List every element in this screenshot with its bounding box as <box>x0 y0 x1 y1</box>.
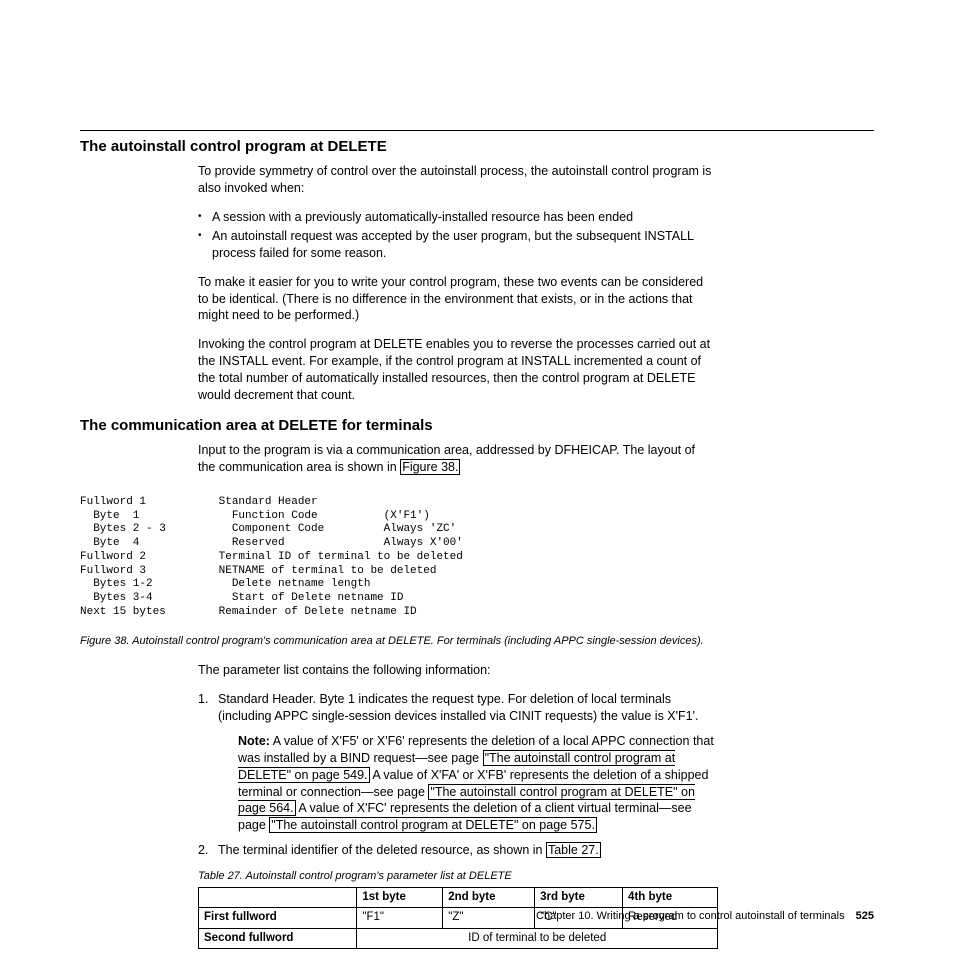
figure-caption: Figure 38. Autoinstall control program's… <box>80 634 874 649</box>
table-cell: Second fullword <box>199 928 357 949</box>
list-item: A session with a previously automaticall… <box>198 209 714 226</box>
bullet-list: A session with a previously automaticall… <box>198 209 714 262</box>
numbered-list: 1. Standard Header. Byte 1 indicates the… <box>198 691 714 859</box>
paragraph: To provide symmetry of control over the … <box>198 163 714 197</box>
table-header-cell: 3rd byte <box>535 887 623 908</box>
list-item: An autoinstall request was accepted by t… <box>198 228 714 262</box>
table-header-cell: 1st byte <box>357 887 443 908</box>
table-link[interactable]: Table 27. <box>546 842 601 858</box>
text: The terminal identifier of the deleted r… <box>218 843 546 857</box>
cross-ref-link[interactable]: "The autoinstall control program at DELE… <box>269 817 597 833</box>
section1-body: To provide symmetry of control over the … <box>198 163 714 404</box>
section-heading-2: The communication area at DELETE for ter… <box>80 416 874 436</box>
note-block: Note: A value of X'F5' or X'F6' represen… <box>238 733 714 834</box>
page: The autoinstall control program at DELET… <box>0 0 954 954</box>
table-header-cell <box>199 887 357 908</box>
item-number: 1. <box>198 691 208 708</box>
paragraph: To make it easier for you to write your … <box>198 274 714 325</box>
top-rule <box>80 130 874 131</box>
table-header-cell: 2nd byte <box>443 887 535 908</box>
note-label: Note: <box>238 734 270 748</box>
chapter-label: Chapter 10. Writing a program to control… <box>536 910 845 922</box>
figure-link[interactable]: Figure 38. <box>400 459 460 475</box>
list-item: 1. Standard Header. Byte 1 indicates the… <box>198 691 714 834</box>
paragraph: Input to the program is via a communicat… <box>198 442 714 476</box>
section2-body: The parameter list contains the followin… <box>198 662 714 949</box>
table-cell: ID of terminal to be deleted <box>357 928 718 949</box>
section-heading-1: The autoinstall control program at DELET… <box>80 137 874 157</box>
table-header-cell: 4th byte <box>623 887 718 908</box>
paragraph: The parameter list contains the followin… <box>198 662 714 679</box>
list-item: 2. The terminal identifier of the delete… <box>198 842 714 859</box>
table-header-row: 1st byte 2nd byte 3rd byte 4th byte <box>199 887 718 908</box>
table-caption: Table 27. Autoinstall control program's … <box>198 869 714 884</box>
text: Standard Header. Byte 1 indicates the re… <box>218 692 698 723</box>
table-row: Second fullword ID of terminal to be del… <box>199 928 718 949</box>
page-number: 525 <box>856 910 874 922</box>
paragraph: Invoking the control program at DELETE e… <box>198 336 714 404</box>
section2-intro: Input to the program is via a communicat… <box>198 442 714 476</box>
page-footer: Chapter 10. Writing a program to control… <box>80 909 874 924</box>
figure-code-block: Fullword 1 Standard Header Byte 1 Functi… <box>80 496 874 620</box>
item-number: 2. <box>198 842 208 859</box>
